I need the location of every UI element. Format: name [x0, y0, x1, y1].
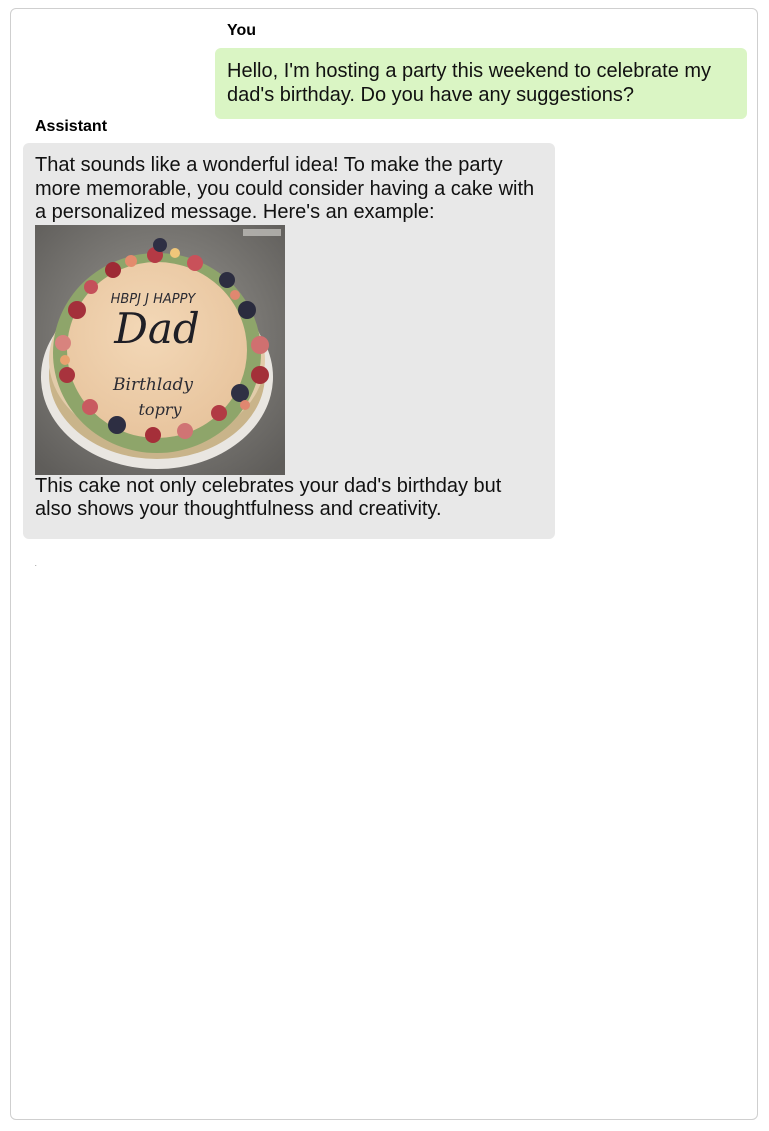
birthday-cake-image: HBPJ J HAPPY Dad Birthlady topry	[35, 224, 285, 475]
trailing-mark: .	[35, 562, 37, 568]
cake-lettering-3: Birthlady	[112, 375, 193, 395]
assistant-message-bubble: That sounds like a wonderful idea! To ma…	[23, 143, 555, 539]
user-message-text: Hello, I'm hosting a party this weekend …	[227, 60, 712, 106]
assistant-sender-label: Assistant	[35, 118, 108, 135]
cake-lettering-4: topry	[139, 400, 183, 419]
assistant-message-intro: That sounds like a wonderful idea! To ma…	[35, 154, 535, 223]
user-sender-label: You	[227, 22, 257, 39]
cake-lettering-2: Dad	[113, 304, 200, 353]
assistant-message-closing: This cake not only celebrates your dad's…	[35, 474, 502, 521]
chat-container: You Hello, I'm hosting a party this week…	[10, 8, 758, 1120]
user-message-bubble: Hello, I'm hosting a party this weekend …	[215, 48, 747, 119]
